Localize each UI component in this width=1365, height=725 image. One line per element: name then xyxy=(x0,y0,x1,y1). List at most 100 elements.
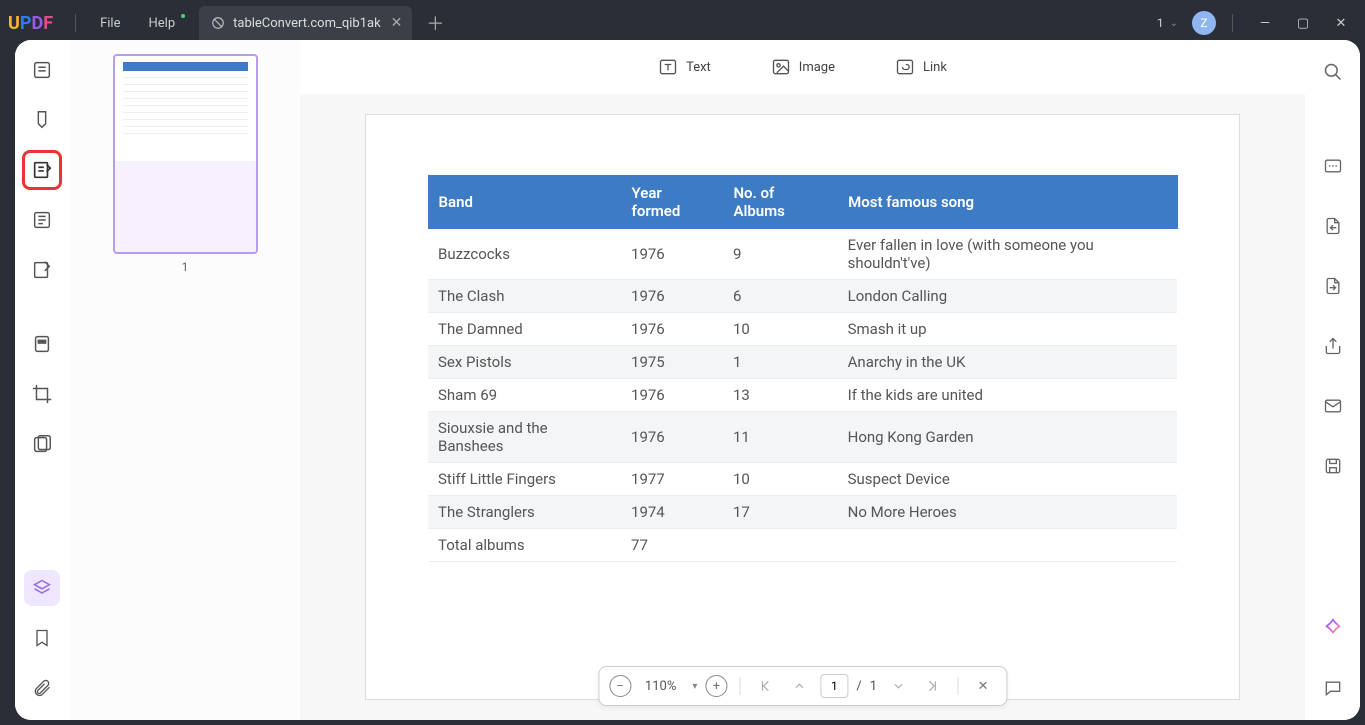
last-page-button[interactable] xyxy=(919,673,945,699)
organize-tool-icon[interactable] xyxy=(24,202,60,238)
table-cell[interactable]: London Calling xyxy=(838,280,1177,313)
edit-tool-icon[interactable] xyxy=(24,152,60,188)
thumbnail-panel: 1 xyxy=(70,40,300,720)
add-link-button[interactable]: Link xyxy=(895,57,947,77)
page-thumbnail[interactable] xyxy=(113,54,258,254)
table-cell[interactable]: Sex Pistols xyxy=(428,346,621,379)
add-text-button[interactable]: Text xyxy=(658,57,711,77)
table-cell[interactable]: 17 xyxy=(723,496,838,529)
table-cell[interactable]: Siouxsie and the Banshees xyxy=(428,412,621,463)
col-header: No. of Albums xyxy=(723,176,838,229)
page-separator: / xyxy=(856,679,861,694)
table-cell[interactable]: 1 xyxy=(723,346,838,379)
zoom-pager-bar: − 110% ▾ + / 1 ✕ xyxy=(598,666,1007,706)
page-number-input[interactable] xyxy=(820,674,848,698)
reader-tool-icon[interactable] xyxy=(24,52,60,88)
zoom-value[interactable]: 110% xyxy=(639,679,682,694)
document-tab[interactable]: tableConvert.com_qib1ak ✕ xyxy=(199,6,412,40)
table-row: Sex Pistols19751Anarchy in the UK xyxy=(428,346,1177,379)
table-cell[interactable]: Total albums xyxy=(428,529,621,562)
doc-icon xyxy=(211,16,225,30)
table-cell[interactable] xyxy=(838,529,1177,562)
table-cell[interactable]: 1974 xyxy=(621,496,723,529)
left-toolbar xyxy=(15,40,70,720)
table-cell[interactable]: Suspect Device xyxy=(838,463,1177,496)
bookmark-icon[interactable] xyxy=(24,620,60,656)
table-cell[interactable]: 6 xyxy=(723,280,838,313)
page-viewport[interactable]: Band Year formed No. of Albums Most famo… xyxy=(300,94,1305,720)
tab-close-icon[interactable]: ✕ xyxy=(391,15,403,31)
table-cell[interactable] xyxy=(723,529,838,562)
main-viewer: Text Image Link Band Year formed No. of … xyxy=(300,40,1305,720)
comment-icon[interactable] xyxy=(1315,670,1351,706)
search-icon[interactable] xyxy=(1315,54,1351,90)
col-header: Most famous song xyxy=(838,176,1177,229)
table-cell[interactable]: The Damned xyxy=(428,313,621,346)
table-cell[interactable]: 1976 xyxy=(621,379,723,412)
highlight-tool-icon[interactable] xyxy=(24,102,60,138)
table-cell[interactable]: 13 xyxy=(723,379,838,412)
table-cell[interactable]: 1976 xyxy=(621,412,723,463)
table-cell[interactable]: 1975 xyxy=(621,346,723,379)
compress-icon[interactable] xyxy=(1315,268,1351,304)
table-cell[interactable]: Stiff Little Fingers xyxy=(428,463,621,496)
table-row: The Clash19766London Calling xyxy=(428,280,1177,313)
share-icon[interactable] xyxy=(1315,328,1351,364)
redact-tool-icon[interactable] xyxy=(24,326,60,362)
next-page-button[interactable] xyxy=(885,673,911,699)
menu-file[interactable]: File xyxy=(86,10,134,37)
table-cell[interactable]: The Stranglers xyxy=(428,496,621,529)
table-cell[interactable]: The Clash xyxy=(428,280,621,313)
table-cell[interactable]: No More Heroes xyxy=(838,496,1177,529)
table-cell[interactable]: 1976 xyxy=(621,229,723,280)
add-tab-button[interactable]: ＋ xyxy=(426,10,444,36)
tab-title: tableConvert.com_qib1ak xyxy=(233,16,381,31)
layers-icon[interactable] xyxy=(24,570,60,606)
watermark-tool-icon[interactable] xyxy=(24,426,60,462)
page-total: 1 xyxy=(870,679,877,694)
ai-assistant-icon[interactable] xyxy=(1315,610,1351,646)
table-cell[interactable]: 1977 xyxy=(621,463,723,496)
table-row: Total albums77 xyxy=(428,529,1177,562)
menu-help[interactable]: Help xyxy=(134,10,189,37)
table-cell[interactable]: Sham 69 xyxy=(428,379,621,412)
divider xyxy=(75,14,76,32)
app-logo: UPDF xyxy=(8,13,53,34)
export-icon[interactable] xyxy=(1315,208,1351,244)
zoom-in-button[interactable]: + xyxy=(705,675,727,697)
ocr-icon[interactable] xyxy=(1315,148,1351,184)
table-row: The Damned197610Smash it up xyxy=(428,313,1177,346)
table-cell[interactable]: 77 xyxy=(621,529,723,562)
prev-page-button[interactable] xyxy=(786,673,812,699)
table-cell[interactable]: Anarchy in the UK xyxy=(838,346,1177,379)
pdf-page[interactable]: Band Year formed No. of Albums Most famo… xyxy=(365,114,1240,700)
zoom-out-button[interactable]: − xyxy=(609,675,631,697)
table-cell[interactable]: 1976 xyxy=(621,313,723,346)
first-page-button[interactable] xyxy=(752,673,778,699)
email-icon[interactable] xyxy=(1315,388,1351,424)
add-image-button[interactable]: Image xyxy=(771,57,835,77)
table-cell[interactable]: Buzzcocks xyxy=(428,229,621,280)
zoom-dropdown-icon[interactable]: ▾ xyxy=(692,681,697,692)
table-cell[interactable]: 10 xyxy=(723,313,838,346)
form-tool-icon[interactable] xyxy=(24,252,60,288)
table-cell[interactable]: Ever fallen in love (with someone you sh… xyxy=(838,229,1177,280)
user-avatar[interactable]: Z xyxy=(1192,11,1216,35)
edit-toolbar: Text Image Link xyxy=(300,40,1305,94)
attachment-icon[interactable] xyxy=(24,670,60,706)
close-button[interactable]: ✕ xyxy=(1325,7,1357,39)
save-icon[interactable] xyxy=(1315,448,1351,484)
table-cell[interactable]: Hong Kong Garden xyxy=(838,412,1177,463)
window-count[interactable]: 1⌄ xyxy=(1157,16,1178,30)
crop-tool-icon[interactable] xyxy=(24,376,60,412)
table-cell[interactable]: 10 xyxy=(723,463,838,496)
table-cell[interactable]: 1976 xyxy=(621,280,723,313)
maximize-button[interactable]: ▢ xyxy=(1287,7,1319,39)
close-bar-button[interactable]: ✕ xyxy=(970,673,996,699)
thumbnail-page-number: 1 xyxy=(182,260,189,274)
table-cell[interactable]: 11 xyxy=(723,412,838,463)
minimize-button[interactable]: — xyxy=(1249,7,1281,39)
table-cell[interactable]: Smash it up xyxy=(838,313,1177,346)
table-cell[interactable]: 9 xyxy=(723,229,838,280)
table-cell[interactable]: If the kids are united xyxy=(838,379,1177,412)
